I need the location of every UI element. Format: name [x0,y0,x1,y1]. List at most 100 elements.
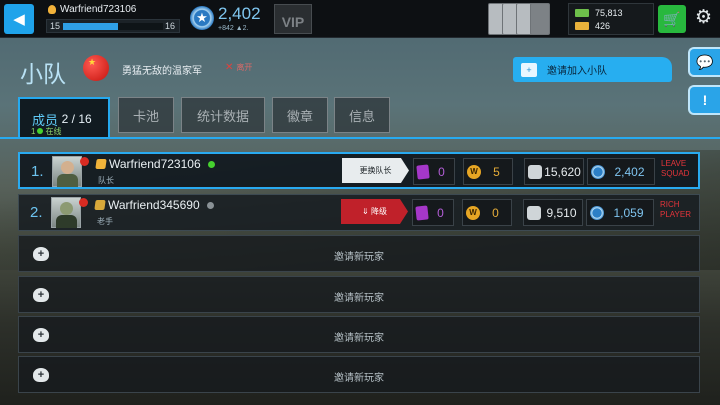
invite-slot[interactable]: + 邀请新玩家 [18,356,700,393]
tab-label: 统计数据 [196,108,249,124]
cards-value: 0 [438,164,445,179]
wins-icon: W [467,164,481,179]
member-name: Warfriend345690 [94,198,214,212]
invite-to-squad-button[interactable]: + 邀请加入小队 [513,57,672,82]
shop-cart-icon: 🛒 [663,10,681,27]
member-count: 2 / 16 [61,112,92,126]
member-name-text: Warfriend723106 [109,157,201,171]
card-icon [415,204,429,221]
currency-panel: 75,813 426 [568,3,654,35]
squad-name: 勇猛无敌的温家军 [122,66,202,77]
online-dot-icon [37,128,44,134]
invite-label: 邀请加入小队 [547,66,607,77]
panel-divider [0,137,720,139]
fist-icon [527,205,541,220]
avatar-body [56,215,77,228]
member-name: Warfriend723106 [95,157,215,171]
rating-stat: 1,059 [586,199,654,226]
shop-button[interactable]: 🛒 [658,5,686,33]
invite-slot[interactable]: + 邀请新玩家 [18,276,700,313]
add-user-icon: + [521,62,537,77]
card-pack-icon [530,3,550,35]
rating-sub: +842 ▲2. [218,25,249,32]
invite-slot-label: 邀请新玩家 [334,252,384,263]
back-button[interactable]: ◀ [4,4,34,34]
card-icon [416,163,430,180]
avatar-head [60,202,73,215]
rating-extra: ▲2. [235,25,249,32]
player-name-text: Warfriend723106 [60,4,137,15]
online-count: 1 在线 [31,126,61,137]
player-name: Warfriend723106 [48,4,136,15]
demote-button[interactable]: ⇓ 降级 [341,199,408,224]
online-number: 1 [31,127,36,136]
power-stat: 9,510 [523,199,583,226]
rank-medal-icon [48,5,56,14]
change-leader-button[interactable]: 更换队长 [342,158,409,183]
cash-icon [575,9,589,17]
action-label: 降级 [370,207,387,216]
member-rank: 1. [31,163,44,180]
invite-slot[interactable]: + 邀请新玩家 [18,235,700,272]
invite-slot[interactable]: + 邀请新玩家 [18,316,700,353]
chat-button[interactable]: 💬 [688,47,720,77]
gold-value: 426 [595,21,611,31]
rating-icon: ★ [190,6,214,30]
member-row[interactable]: 1. Warfriend723106 队长 更换队长 0 W5 15,620 2… [18,152,700,189]
online-label: 在线 [45,127,62,136]
avatar [51,197,81,228]
level-fill [63,23,118,30]
avatar [52,156,82,187]
alert-button[interactable]: ! [688,85,720,115]
card-packs-button[interactable] [488,3,560,35]
member-role: 队长 [98,176,114,185]
rating-delta: +842 [218,25,234,32]
country-flag-icon [79,198,88,207]
power-stat: 15,620 [524,158,584,185]
offline-status-icon [206,201,214,209]
current-level: 15 [50,21,61,31]
vip-button[interactable]: VIP [274,4,312,34]
rating-value: 1,059 [613,205,644,220]
exclamation-icon: ! [702,92,708,108]
power-value: 15,620 [544,164,581,179]
level-track [63,23,163,30]
wins-value: 0 [492,205,499,220]
page-title: 小队 [20,61,66,87]
tab-badges[interactable]: 徽章 [272,97,328,133]
cash-row: 75,813 [575,8,623,18]
back-arrow-icon: ◀ [13,11,25,28]
power-value: 9,510 [546,205,577,220]
tab-label: 信息 [348,108,375,124]
tab-card-pool[interactable]: 卡池 [118,97,174,133]
member-note: LEAVE SQUAD [661,159,690,178]
next-level: 16 [164,21,175,31]
member-note: RICH PLAYER [660,200,691,219]
invite-slot-label: 邀请新玩家 [334,373,384,384]
member-rank: 2. [30,204,43,221]
close-icon: ✕ [225,62,234,73]
rating-value: 2,402 [614,164,645,179]
fist-icon [528,164,542,179]
gold-row: 426 [575,21,610,31]
avatar-body [57,174,78,187]
wins-stat: W0 [462,199,512,226]
cards-stat: 0 [412,199,454,226]
rank-chevron-icon [95,159,107,169]
tab-info[interactable]: 信息 [334,97,390,133]
cards-stat: 0 [413,158,455,185]
online-status-icon [207,160,215,168]
gear-icon[interactable]: ⚙ [695,8,712,28]
leave-squad-link[interactable]: ✕ 离开 [225,62,252,73]
rank-chevron-icon [94,200,106,210]
rating-stat: 2,402 [587,158,655,185]
member-role: 老手 [97,217,113,226]
tab-label: 卡池 [132,108,159,124]
demote-arrow-icon: ⇓ [362,207,369,216]
chat-bubble-icon: 💬 [696,53,714,70]
tab-members[interactable]: 成员 2 / 16 1 在线 [18,97,110,139]
tab-statistics[interactable]: 统计数据 [181,97,265,133]
member-row[interactable]: 2. Warfriend345690 老手 ⇓ 降级 0 W0 9,510 1,… [18,194,700,231]
wins-stat: W5 [463,158,513,185]
leave-label: 离开 [236,63,253,72]
